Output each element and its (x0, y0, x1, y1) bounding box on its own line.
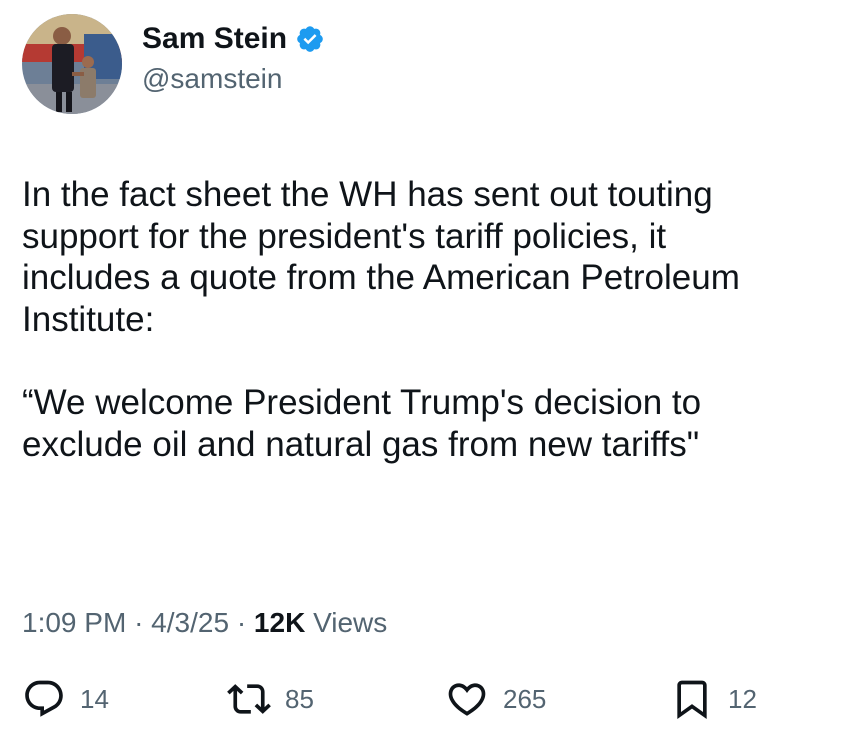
reply-button[interactable]: 14 (22, 674, 109, 724)
avatar[interactable] (22, 14, 122, 114)
tweet-header: Sam Stein @samstein (22, 14, 325, 114)
views-count: 12K (253, 607, 306, 638)
bookmark-icon (677, 680, 707, 720)
avatar-image (22, 14, 122, 114)
retweet-icon (227, 684, 271, 714)
retweet-button[interactable]: 85 (227, 674, 314, 724)
heart-icon (448, 683, 486, 716)
meta-separator: · (134, 607, 144, 638)
bookmark-count: 12 (728, 683, 757, 714)
tweet-paragraph-1: In the fact sheet the WH has sent out to… (22, 175, 740, 339)
display-name[interactable]: Sam Stein (142, 21, 287, 57)
bookmark-button[interactable]: 12 (670, 674, 757, 724)
views-label: Views (313, 607, 388, 638)
verified-badge-icon (295, 24, 325, 54)
reply-count: 14 (80, 683, 109, 714)
like-count: 265 (503, 683, 547, 714)
tweet-text: In the fact sheet the WH has sent out to… (22, 174, 852, 465)
handle[interactable]: @samstein (142, 61, 325, 97)
action-bar: 14 85 265 12 (22, 674, 842, 724)
meta-separator: · (236, 607, 247, 638)
tweet-paragraph-2: “We welcome President Trump's decision t… (22, 383, 702, 464)
retweet-count: 85 (285, 683, 314, 714)
tweet-meta: 1:09 PM · 4/3/25 · 12K Views (22, 605, 387, 641)
tweet-date[interactable]: 4/3/25 (151, 607, 229, 638)
like-button[interactable]: 265 (445, 674, 546, 724)
reply-icon (25, 680, 63, 717)
tweet-time[interactable]: 1:09 PM (22, 607, 126, 638)
